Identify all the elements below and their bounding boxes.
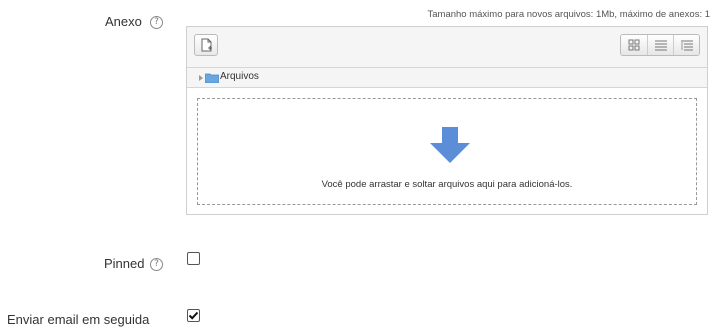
list-view-button[interactable] <box>647 35 673 55</box>
list-view-icon <box>655 40 667 51</box>
add-file-button[interactable] <box>194 34 218 56</box>
folder-icon <box>205 73 219 83</box>
icons-view-icon <box>628 39 640 51</box>
help-icon[interactable]: ? <box>150 258 163 271</box>
drop-zone[interactable]: Você pode arrastar e soltar arquivos aqu… <box>197 98 697 205</box>
pinned-label: Pinned <box>104 256 145 271</box>
tree-view-button[interactable] <box>673 35 699 55</box>
expand-arrow-icon[interactable] <box>197 74 205 82</box>
help-icon[interactable]: ? <box>150 16 163 29</box>
drop-instructions: Você pode arrastar e soltar arquivos aqu… <box>321 179 573 190</box>
file-picker-path: Arquivos <box>187 67 707 88</box>
send-email-checkbox[interactable] <box>187 309 200 322</box>
send-email-label: Enviar email em seguida <box>7 312 150 327</box>
file-picker-toolbar <box>187 27 707 67</box>
max-size-info: Tamanho máximo para novos arquivos: 1Mb,… <box>427 9 711 20</box>
icons-view-button[interactable] <box>621 35 647 55</box>
view-switcher <box>620 34 700 56</box>
checkmark-icon <box>188 311 199 320</box>
add-file-icon <box>201 38 212 52</box>
download-arrow-icon <box>430 127 470 163</box>
pinned-checkbox[interactable] <box>187 252 200 265</box>
anexo-label: Anexo <box>105 14 142 29</box>
file-area: Você pode arrastar e soltar arquivos aqu… <box>187 88 707 214</box>
file-picker: Arquivos Você pode arrastar e soltar arq… <box>186 26 708 215</box>
folder-label[interactable]: Arquivos <box>220 71 259 82</box>
tree-view-icon <box>681 40 693 51</box>
